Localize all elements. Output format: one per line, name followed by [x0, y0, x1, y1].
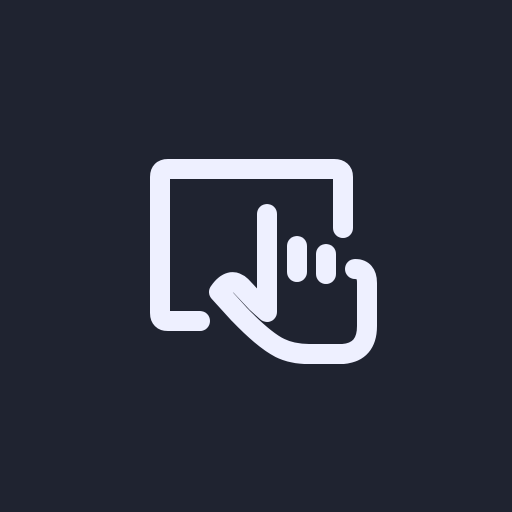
icon-canvas [0, 0, 512, 512]
touch-screen-icon [0, 0, 512, 512]
